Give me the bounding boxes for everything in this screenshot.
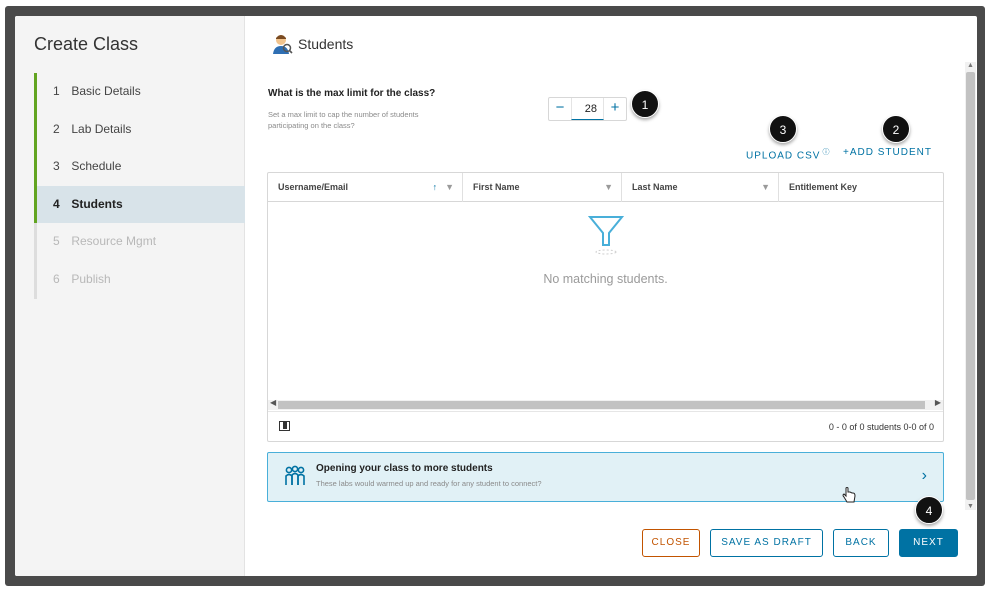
banner-subtitle: These labs would warmed up and ready for… (316, 479, 542, 488)
filter-icon[interactable]: ▼ (445, 182, 454, 192)
step-schedule[interactable]: 3 Schedule (34, 148, 245, 186)
callout-badge-4: 4 (915, 496, 943, 524)
modal-title: Create Class (34, 34, 139, 54)
student-icon (273, 35, 293, 54)
wizard-sidebar: Create Class 1 Basic Details 2 Lab Detai… (15, 16, 245, 576)
column-label: First Name (473, 182, 520, 192)
funnel-icon (587, 216, 624, 255)
chevron-right-icon[interactable]: › (922, 467, 927, 485)
page-header: Students (271, 33, 353, 55)
grid-footer: 0 - 0 of 0 students 0-0 of 0 (268, 411, 943, 441)
column-label: Last Name (632, 182, 678, 192)
next-button[interactable]: NEXT (899, 529, 958, 557)
step-number: 3 (53, 159, 60, 174)
scroll-left-icon[interactable]: ◀ (270, 398, 276, 407)
banner-title: Opening your class to more students (316, 463, 493, 474)
step-label: Resource Mgmt (71, 234, 157, 249)
step-lab-details[interactable]: 2 Lab Details (34, 110, 245, 149)
main-panel: Students What is the max limit for the c… (246, 16, 977, 576)
scroll-right-icon[interactable]: ▶ (935, 398, 941, 407)
scrollbar-thumb[interactable] (278, 401, 925, 409)
group-icon (285, 465, 305, 485)
callout-badge-1: 1 (631, 90, 659, 118)
open-class-banner[interactable]: Opening your class to more students Thes… (267, 452, 944, 503)
step-number: 4 (53, 196, 60, 211)
step-students[interactable]: 4 Students (34, 185, 245, 224)
hand-cursor-icon (842, 487, 856, 503)
step-label: Basic Details (71, 84, 141, 98)
step-resource-mgmt: 5 Resource Mgmt (37, 223, 245, 261)
max-limit-question: What is the max limit for the class? (268, 88, 436, 99)
upload-csv-label: UPLOAD CSV (746, 150, 821, 162)
page-title: Students (298, 36, 354, 52)
step-number: 6 (53, 271, 60, 286)
increment-button[interactable]: + (604, 98, 626, 120)
column-toggle-icon[interactable] (279, 421, 290, 431)
upload-csv-link[interactable]: UPLOAD CSV ⓘ (746, 147, 830, 161)
info-icon: ⓘ (822, 149, 831, 156)
add-student-link[interactable]: +ADD STUDENT (843, 147, 932, 158)
scroll-up-icon[interactable]: ▲ (967, 62, 974, 69)
scrollbar-thumb[interactable] (966, 72, 975, 500)
create-class-modal: Create Class 1 Basic Details 2 Lab Detai… (15, 16, 977, 576)
empty-message: No matching students. (543, 272, 668, 286)
step-basic-details[interactable]: 1 Basic Details (34, 73, 245, 111)
step-number: 2 (53, 121, 60, 136)
back-button[interactable]: BACK (833, 529, 889, 557)
callout-badge-2: 2 (882, 115, 910, 143)
students-grid: Username/Email ↑ ▼ First Name ▼ Last Name… (267, 172, 944, 442)
column-username[interactable]: Username/Email ↑ ▼ (268, 173, 462, 202)
max-limit-stepper: − 28 + (548, 97, 627, 121)
max-limit-help: Set a max limit to cap the number of stu… (268, 110, 419, 130)
empty-state: No matching students. (268, 213, 943, 286)
step-label: Publish (71, 271, 111, 286)
save-as-draft-button[interactable]: SAVE AS DRAFT (710, 529, 823, 557)
column-label: Username/Email (278, 182, 349, 192)
step-number: 5 (53, 234, 60, 249)
sort-up-icon[interactable]: ↑ (433, 182, 438, 192)
close-button[interactable]: CLOSE (642, 529, 700, 557)
horizontal-scrollbar[interactable]: ◀ ▶ (268, 398, 943, 410)
step-number: 1 (53, 84, 60, 98)
column-controls: ↑ ▼ (433, 173, 454, 202)
column-last-name[interactable]: Last Name ▼ (621, 173, 778, 202)
filter-icon[interactable]: ▼ (761, 173, 770, 202)
column-label: Entitlement Key (789, 182, 858, 192)
wizard-steps: 1 Basic Details 2 Lab Details 3 Schedule… (34, 73, 245, 299)
column-first-name[interactable]: First Name ▼ (462, 173, 621, 202)
pagination-info: 0 - 0 of 0 students 0-0 of 0 (828, 422, 934, 432)
grid-header: Username/Email ↑ ▼ First Name ▼ Last Name… (268, 173, 943, 202)
step-publish: 6 Publish (37, 261, 245, 299)
max-limit-input[interactable]: 28 (571, 98, 604, 120)
filter-icon[interactable]: ▼ (604, 173, 613, 202)
decrement-button[interactable]: − (549, 98, 571, 120)
column-entitlement-key[interactable]: Entitlement Key (778, 173, 943, 202)
vertical-scrollbar[interactable]: ▲ ▼ (965, 62, 976, 510)
step-label: Students (71, 196, 123, 211)
step-label: Lab Details (71, 121, 132, 136)
step-label: Schedule (71, 159, 122, 174)
scroll-down-icon[interactable]: ▼ (967, 503, 974, 510)
callout-badge-3: 3 (769, 115, 797, 143)
